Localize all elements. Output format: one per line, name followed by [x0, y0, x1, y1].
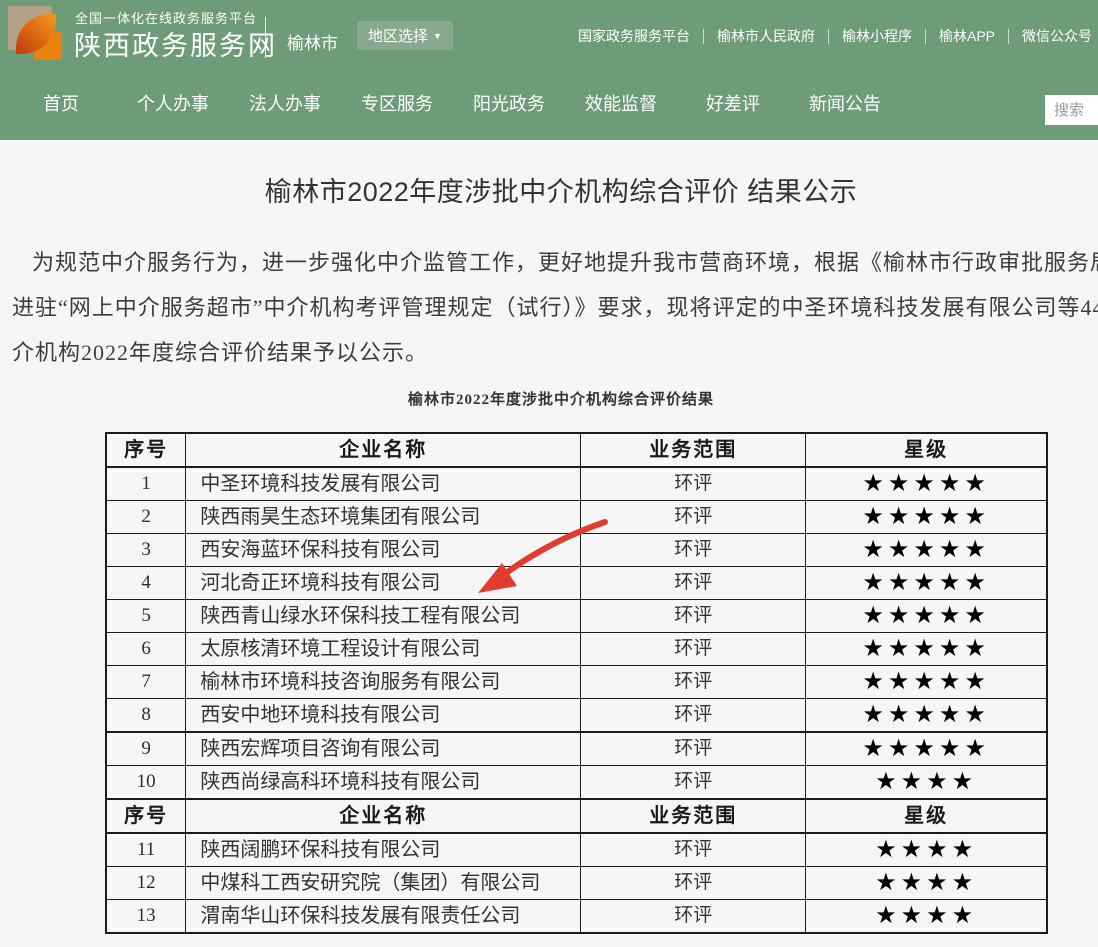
header-cell-company: 企业名称: [186, 799, 581, 833]
business-scope: 环评: [581, 833, 806, 867]
row-number: 11: [106, 833, 186, 867]
header-cell-company: 企业名称: [186, 433, 581, 467]
evaluation-table: 序号 企业名称 业务范围 星级 1 中圣环境科技发展有限公司 环评 ★★★★★ …: [105, 432, 1048, 934]
current-city: 榆林市: [287, 29, 338, 54]
chevron-down-icon: ▼: [433, 31, 442, 41]
top-link-city-government[interactable]: 榆林市人民政府: [704, 26, 828, 46]
main-nav: 首页 个人办事 法人办事 专区服务 阳光政务 效能监督 好差评 新闻公告: [5, 90, 901, 116]
table-row: 11 陕西阔鹏环保科技有限公司 环评 ★★★★: [106, 833, 1047, 867]
business-scope: 环评: [581, 666, 806, 699]
star-rating: ★★★★: [806, 900, 1047, 934]
business-scope: 环评: [581, 732, 806, 766]
row-number: 7: [106, 666, 186, 699]
article: 榆林市2022年度涉批中介机构综合评价 结果公示 为规范中介服务行为，进一步强化…: [0, 140, 1098, 947]
business-scope: 环评: [581, 867, 806, 900]
company-name: 陕西尚绿高科环境科技有限公司: [186, 766, 581, 800]
nav-item-news[interactable]: 新闻公告: [789, 90, 901, 116]
header-cell-scope: 业务范围: [581, 433, 806, 467]
header-cell-no: 序号: [106, 433, 186, 467]
paragraph-line: 介机构2022年度综合评价结果予以公示。: [12, 330, 1098, 375]
paragraph-line: 进驻“网上中介服务超市”中介机构考评管理规定（试行）》要求，现将评定的中圣环境科…: [12, 285, 1098, 330]
company-name: 太原核清环境工程设计有限公司: [186, 633, 581, 666]
row-number: 9: [106, 732, 186, 766]
row-number: 6: [106, 633, 186, 666]
row-number: 2: [106, 501, 186, 534]
header-cell-stars: 星级: [806, 433, 1047, 467]
company-name: 榆林市环境科技咨询服务有限公司: [186, 666, 581, 699]
table-row: 10 陕西尚绿高科环境科技有限公司 环评 ★★★★: [106, 766, 1047, 800]
row-number: 8: [106, 699, 186, 733]
table-header-row: 序号 企业名称 业务范围 星级: [106, 433, 1047, 467]
star-rating: ★★★★★: [806, 699, 1047, 733]
table-row: 8 西安中地环境科技有限公司 环评 ★★★★★: [106, 699, 1047, 733]
business-scope: 环评: [581, 699, 806, 733]
article-paragraph: 为规范中介服务行为，进一步强化中介监管工作，更好地提升我市营商环境，根据《榆林市…: [12, 240, 1098, 375]
top-links: 国家政务服务平台 榆林市人民政府 榆林小程序 榆林APP 微信公众号 注册: [578, 26, 1098, 46]
star-rating: ★★★★★: [806, 467, 1047, 501]
nav-item-rating[interactable]: 好差评: [677, 90, 789, 116]
row-number: 5: [106, 600, 186, 633]
nav-item-efficiency-supervision[interactable]: 效能监督: [565, 90, 677, 116]
company-name: 渭南华山环保科技发展有限责任公司: [186, 900, 581, 934]
star-rating: ★★★★★: [806, 666, 1047, 699]
company-name: 中圣环境科技发展有限公司: [186, 467, 581, 501]
paragraph-line: 为规范中介服务行为，进一步强化中介监管工作，更好地提升我市营商环境，根据《榆林市…: [12, 240, 1098, 285]
site-logo[interactable]: [8, 6, 62, 60]
row-number: 4: [106, 567, 186, 600]
site-name: 陕西政务服务网: [74, 24, 277, 63]
region-selector-label: 地区选择: [368, 28, 428, 45]
annotation-arrow-icon: [440, 510, 620, 605]
top-link-national-platform[interactable]: 国家政务服务平台: [578, 26, 703, 46]
table-row: 9 陕西宏辉项目咨询有限公司 环评 ★★★★★: [106, 732, 1047, 766]
star-rating: ★★★★★: [806, 732, 1047, 766]
company-name: 陕西宏辉项目咨询有限公司: [186, 732, 581, 766]
table-header-row: 序号 企业名称 业务范围 星级: [106, 799, 1047, 833]
site-header: 全国一体化在线政务服务平台 陕西政务服务网 榆林市 地区选择▼ 国家政务服务平台…: [0, 0, 1098, 140]
row-number: 1: [106, 467, 186, 501]
nav-item-sunshine-government[interactable]: 阳光政务: [453, 90, 565, 116]
row-number: 12: [106, 867, 186, 900]
company-name: 陕西阔鹏环保科技有限公司: [186, 833, 581, 867]
nav-item-legal-person-affairs[interactable]: 法人办事: [229, 90, 341, 116]
business-scope: 环评: [581, 766, 806, 800]
star-rating: ★★★★★: [806, 600, 1047, 633]
nav-item-home[interactable]: 首页: [5, 90, 117, 116]
search-input[interactable]: [1045, 95, 1098, 125]
table-row: 7 榆林市环境科技咨询服务有限公司 环评 ★★★★★: [106, 666, 1047, 699]
brand-divider: [265, 17, 266, 58]
table-row: 6 太原核清环境工程设计有限公司 环评 ★★★★★: [106, 633, 1047, 666]
star-rating: ★★★★★: [806, 633, 1047, 666]
star-rating: ★★★★★: [806, 534, 1047, 567]
page-title: 榆林市2022年度涉批中介机构综合评价 结果公示: [0, 170, 1098, 209]
page: 全国一体化在线政务服务平台 陕西政务服务网 榆林市 地区选择▼ 国家政务服务平台…: [0, 0, 1098, 947]
company-name: 西安中地环境科技有限公司: [186, 699, 581, 733]
top-link-mini-program[interactable]: 榆林小程序: [829, 26, 925, 46]
header-cell-scope: 业务范围: [581, 799, 806, 833]
star-rating: ★★★★: [806, 867, 1047, 900]
table-caption: 榆林市2022年度涉批中介机构综合评价结果: [0, 388, 1098, 409]
star-rating: ★★★★: [806, 766, 1047, 800]
top-link-wechat[interactable]: 微信公众号: [1009, 26, 1098, 46]
row-number: 3: [106, 534, 186, 567]
top-link-app[interactable]: 榆林APP: [926, 26, 1008, 46]
header-cell-no: 序号: [106, 799, 186, 833]
table-row: 1 中圣环境科技发展有限公司 环评 ★★★★★: [106, 467, 1047, 501]
company-name: 中煤科工西安研究院（集团）有限公司: [186, 867, 581, 900]
star-rating: ★★★★★: [806, 501, 1047, 534]
business-scope: 环评: [581, 633, 806, 666]
region-selector-button[interactable]: 地区选择 ▼: [357, 21, 453, 50]
business-scope: 环评: [581, 467, 806, 501]
table-row: 12 中煤科工西安研究院（集团）有限公司 环评 ★★★★: [106, 867, 1047, 900]
star-rating: ★★★★: [806, 833, 1047, 867]
header-cell-stars: 星级: [806, 799, 1047, 833]
nav-item-zone-services[interactable]: 专区服务: [341, 90, 453, 116]
row-number: 13: [106, 900, 186, 934]
business-scope: 环评: [581, 900, 806, 934]
row-number: 10: [106, 766, 186, 800]
table-row: 13 渭南华山环保科技发展有限责任公司 环评 ★★★★: [106, 900, 1047, 934]
nav-item-personal-affairs[interactable]: 个人办事: [117, 90, 229, 116]
star-rating: ★★★★★: [806, 567, 1047, 600]
